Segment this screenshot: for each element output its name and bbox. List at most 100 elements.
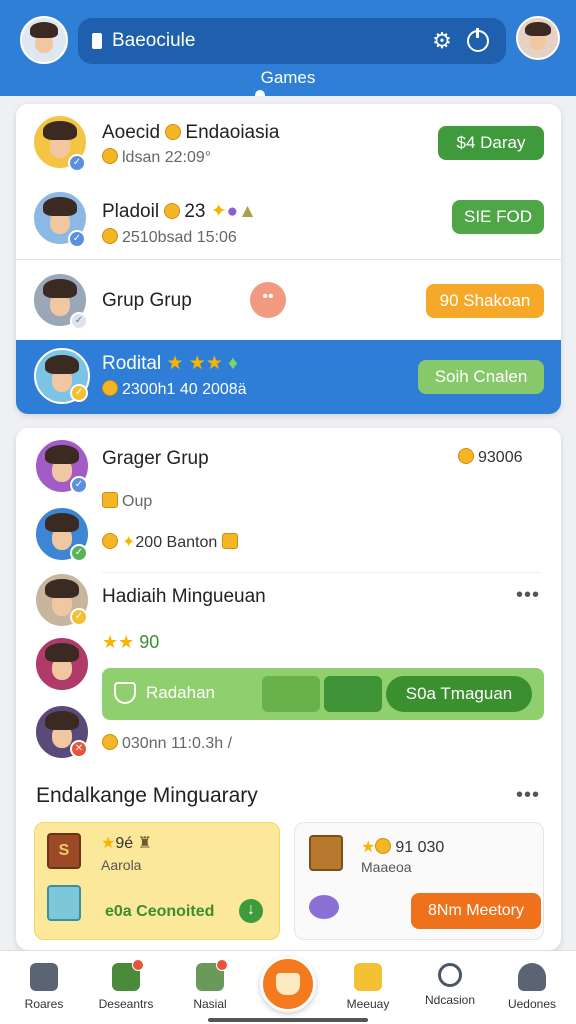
coin-icon (102, 380, 118, 396)
progress-bar[interactable]: Radahan S0a Tmaguan (102, 668, 544, 720)
row-name-extra: 23 (184, 201, 206, 222)
more-options-icon[interactable]: ••• (516, 784, 540, 807)
check-badge-icon: ✓ (70, 544, 88, 562)
user-avatar[interactable] (20, 16, 68, 64)
verified-badge-icon: ✓ (68, 230, 86, 248)
row-name: Pladoil (102, 201, 160, 222)
list-item[interactable]: ✓ Grup Grup 90 Shakoan (16, 260, 561, 340)
coin-badge-icon: ✓ (70, 384, 88, 402)
profile-icon (518, 963, 546, 991)
nav-label: Meeuay (346, 997, 390, 1011)
ticket-icon (102, 492, 118, 508)
coin-icon (102, 148, 118, 164)
action-button[interactable]: SIE FOD (452, 200, 544, 234)
coin-icon (102, 734, 118, 750)
coin-icon (458, 448, 474, 464)
home-indicator (208, 1018, 368, 1022)
reward-tile[interactable]: ★ 91 030 Maaeoa 8Nm Meetory (294, 822, 544, 940)
star-icon: ★ (361, 839, 376, 856)
power-icon (467, 28, 489, 52)
gem-icon: ● (226, 201, 239, 222)
group-card: ✓ Grager Grup 93006 Oup ✓ ✦200 Banton ✓ … (16, 428, 561, 950)
tab-games[interactable]: Games (0, 68, 576, 88)
row-sub: 2300h1 40 2008ä (122, 381, 247, 398)
chest-icon: S (47, 833, 81, 869)
star-icon: ★ (188, 353, 206, 374)
chest-icon (221, 533, 238, 549)
warning-icon: ▲ (238, 201, 257, 222)
group-coins: 93006 (478, 449, 523, 466)
arrow-icon[interactable]: ↓ (239, 899, 263, 923)
friend-avatar[interactable] (516, 16, 560, 60)
list-item[interactable]: ✓ Pladoil 23 ✦●▲ 2510bsad 15:06 SIE FOD (16, 184, 561, 260)
row-batton: 200 Banton (135, 534, 218, 551)
row-oup: Oup (122, 493, 153, 510)
progress-label: Radahan (146, 683, 216, 702)
search-icon (438, 963, 462, 987)
action-button[interactable]: Soih Cnalen (418, 360, 544, 394)
progress-claim-button[interactable]: S0a Tmaguan (386, 676, 532, 712)
house-icon (112, 959, 144, 991)
play-button[interactable] (260, 956, 316, 1012)
progress-segment (324, 676, 382, 712)
nav-label: Ndcasion (424, 993, 476, 1007)
star-icon: ✦ (122, 534, 136, 551)
nav-item-ndcasion[interactable]: Ndcasion (414, 959, 486, 1007)
tile-line2: Aarola (101, 857, 142, 873)
verified-badge-icon: ✓ (70, 476, 88, 494)
row-name: Rodital (102, 353, 162, 374)
tab-indicator (255, 90, 265, 96)
nav-label: Uedones (507, 997, 557, 1011)
nav-item-nasial[interactable]: Nasial (174, 959, 246, 1011)
action-button[interactable]: 90 Shakoan (426, 284, 544, 318)
tile-right-line2: Maaeoa (361, 859, 412, 875)
coin-icon (165, 124, 182, 140)
nav-label: Deseantrs (98, 997, 154, 1011)
tile-line1: 9é (115, 835, 134, 852)
battery-icon (92, 33, 102, 49)
tile-right-line1: 91 030 (395, 839, 445, 856)
star-icon: ★ (102, 632, 119, 652)
play-icon (276, 973, 300, 995)
search-bar[interactable]: Baeociule ⚙ (78, 18, 506, 64)
coin-icon (102, 533, 118, 549)
nav-item-home[interactable]: Roares (8, 959, 80, 1011)
avatar (34, 636, 90, 692)
row-sub: ldsan 22:09° (122, 149, 212, 166)
nav-label: Nasial (193, 997, 227, 1011)
notification-dot (216, 959, 228, 971)
cta-button[interactable]: 8Nm Meetory (411, 893, 541, 929)
tile-line3: e0a Ceonoited (105, 903, 215, 920)
star-icon: ★ (205, 353, 223, 374)
coin-icon (375, 838, 392, 854)
more-options-icon[interactable]: ••• (516, 584, 540, 607)
row-name-extra: Endaoiasia (185, 122, 280, 143)
row-name: Grup Grup (102, 290, 192, 311)
search-text: Baeociule (112, 30, 196, 51)
nav-item-meeuay[interactable]: Meeuay (332, 959, 404, 1011)
reward-tile[interactable]: S ★9é ♜ Aarola e0a Ceonoited ↓ (34, 822, 280, 940)
list-item[interactable]: ✓ Aoecid Endaoiasia ldsan 22:09° $4 Dara… (16, 104, 561, 184)
action-button[interactable]: $4 Daray (438, 126, 544, 160)
leaf-icon: ♦ (228, 353, 238, 374)
list-item-selected[interactable]: ✓ Rodital ★ ★★ ♦ 2300h1 40 2008ä Soih Cn… (16, 340, 561, 414)
nav-label: Roares (24, 997, 64, 1011)
star-icon: ✦ (210, 201, 227, 222)
hadiah-title: Hadiaih Mingueuan (102, 586, 266, 607)
nav-item-uedones[interactable]: Uedones (496, 959, 568, 1011)
star-icon: ★ (101, 835, 116, 852)
gift-icon (196, 959, 228, 991)
row-sub: 2510bsad 15:06 (122, 229, 237, 246)
chat-icon (309, 895, 339, 919)
home-icon (30, 963, 58, 991)
footer-text: 030nn 11:0.3h / (122, 735, 233, 752)
power-button[interactable] (464, 27, 492, 55)
star-icon: ★ (166, 353, 184, 374)
trophy-icon: ♜ (137, 835, 152, 852)
emoji-reaction[interactable]: •• (250, 282, 286, 318)
treasure-chest-icon (309, 835, 343, 871)
nav-item-deseantrs[interactable]: Deseantrs (90, 959, 162, 1011)
notification-dot (132, 959, 144, 971)
gear-icon[interactable]: ⚙ (428, 27, 456, 55)
coin-badge-icon: ✓ (70, 608, 88, 626)
